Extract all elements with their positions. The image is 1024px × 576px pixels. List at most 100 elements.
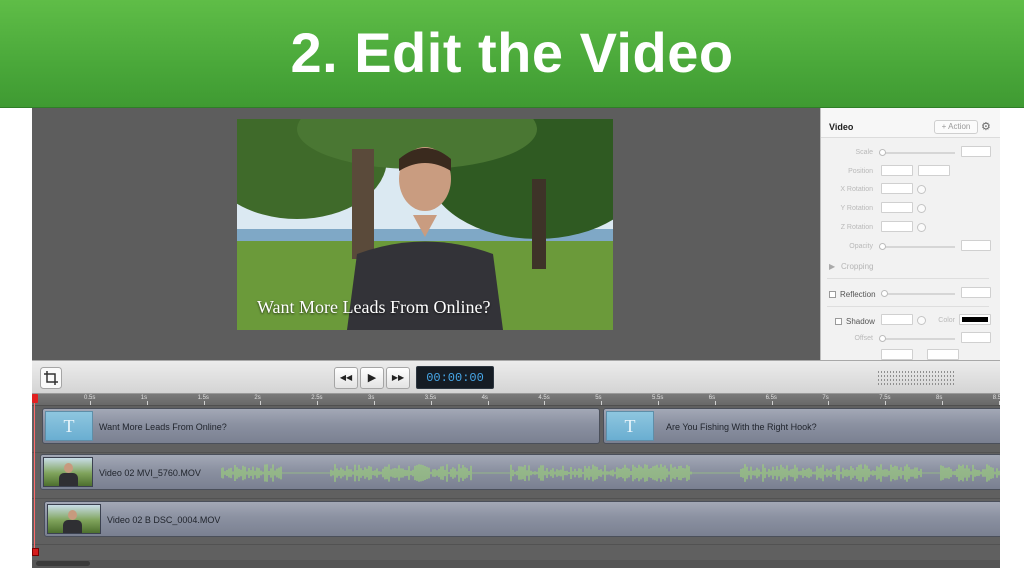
playhead-handle[interactable] — [32, 394, 38, 403]
inspector-title: Video — [829, 122, 854, 132]
ruler-tick — [203, 401, 205, 405]
reflection-checkbox[interactable] — [829, 291, 836, 298]
z-rotation-field[interactable] — [881, 221, 913, 232]
position-y-field[interactable] — [918, 165, 950, 176]
track-separator — [32, 498, 1000, 499]
title-clip[interactable]: T Want More Leads From Online? — [42, 408, 600, 444]
title-banner: 2. Edit the Video — [0, 0, 1024, 108]
y-rotation-label: Y Rotation — [840, 205, 873, 212]
offset-field[interactable] — [961, 332, 991, 343]
scroll-thumb[interactable] — [36, 561, 90, 566]
scale-row: Scale — [821, 146, 1000, 160]
inspector-panel: Video + Action ⚙ Scale Position X Rotati… — [820, 108, 1000, 360]
title-clip[interactable]: T Are You Fishing With the Right Hook? — [603, 408, 1000, 444]
opacity-field[interactable] — [961, 240, 991, 251]
position-x-field[interactable] — [881, 165, 913, 176]
scale-field[interactable] — [961, 146, 991, 157]
ruler-tick — [430, 401, 432, 405]
z-rotation-dial[interactable] — [917, 223, 926, 232]
preview-caption: Want More Leads From Online? — [257, 297, 491, 317]
reflection-slider[interactable] — [881, 293, 955, 295]
timeline-scrollbar[interactable] — [32, 560, 1000, 568]
slide: 2. Edit the Video Want More Leads From O… — [0, 0, 1024, 576]
opacity-slider-knob[interactable] — [879, 243, 886, 250]
reflection-slider-knob[interactable] — [881, 290, 888, 297]
ruler-tick — [885, 401, 887, 405]
y-rotation-field[interactable] — [881, 202, 913, 213]
timeline-zoom-control[interactable] — [878, 370, 954, 386]
time-ruler[interactable]: 0.5s 1s 1.5s 2s 2.5s 3s 3.5s 4s 4.5s 5s 5.5s 6s 6.5s… — [32, 394, 1000, 406]
ruler-tick — [998, 401, 1000, 405]
video-clip[interactable]: Video 02 B DSC_0004.MOV — [44, 501, 1000, 537]
offset-row: Offset — [821, 332, 1000, 346]
x-rotation-label: X Rotation — [840, 186, 873, 193]
shadow-color-well[interactable] — [959, 314, 991, 325]
video-preview[interactable]: Want More Leads From Online? — [237, 119, 613, 330]
canvas-area: Want More Leads From Online? — [32, 108, 820, 360]
ruler-tick — [771, 401, 773, 405]
person-thumbnail — [68, 510, 77, 520]
playhead-end-handle[interactable] — [32, 548, 39, 556]
timeline: 0.5s 1s 1.5s 2s 2.5s 3s 3.5s 4s 4.5s 5s 5.5s 6s 6.5s… — [32, 394, 1000, 568]
x-rotation-field[interactable] — [881, 183, 913, 194]
video-clip-label: Video 02 B DSC_0004.MOV — [107, 515, 221, 525]
video-clip-label: Video 02 MVI_5760.MOV — [99, 468, 201, 478]
track-separator — [32, 452, 1000, 453]
opacity-label: Opacity — [849, 243, 873, 250]
shadow-y-field[interactable] — [927, 349, 959, 360]
x-rotation-dial[interactable] — [917, 185, 926, 194]
offset-slider[interactable] — [879, 338, 955, 340]
fast-forward-button[interactable]: ▶▶ — [386, 367, 410, 389]
y-rotation-row: Y Rotation — [821, 202, 1000, 216]
ruler-tick — [714, 401, 716, 405]
ruler-tick — [544, 401, 546, 405]
scale-label: Scale — [855, 149, 873, 156]
rewind-button[interactable]: ◀◀ — [334, 367, 358, 389]
grip-line — [878, 371, 954, 373]
disclosure-triangle-icon[interactable]: ▶ — [829, 262, 835, 271]
video-clip-thumbnail — [47, 504, 101, 534]
cropping-label: Cropping — [841, 262, 874, 271]
person-thumbnail — [59, 473, 78, 486]
reflection-label: Reflection — [840, 290, 876, 299]
offset-slider-knob[interactable] — [879, 335, 886, 342]
grip-line — [878, 375, 954, 377]
ruler-tick — [146, 401, 148, 405]
grip-line — [878, 383, 954, 385]
ruler-tick — [942, 401, 943, 405]
x-rotation-row: X Rotation — [821, 183, 1000, 197]
video-clip[interactable]: Video 02 MVI_5760.MOV — [40, 454, 1000, 490]
shadow-row: Shadow Color — [821, 314, 1000, 328]
opacity-row: Opacity — [821, 240, 1000, 254]
video-clip-thumbnail — [43, 457, 93, 487]
scale-slider[interactable] — [879, 152, 955, 154]
shadow-extra-row — [821, 349, 1000, 360]
opacity-slider[interactable] — [879, 246, 955, 248]
title-clip-label: Are You Fishing With the Right Hook? — [666, 422, 817, 432]
ruler-tick — [658, 401, 659, 405]
ruler-tick — [601, 401, 603, 405]
crop-icon[interactable] — [40, 367, 62, 389]
title-clip-label: Want More Leads From Online? — [99, 422, 227, 432]
divider — [827, 306, 989, 307]
inspector-header: Video + Action ⚙ — [821, 108, 1000, 138]
title-clip-thumbnail: T — [606, 411, 654, 441]
cropping-row[interactable]: ▶ Cropping — [821, 259, 1000, 273]
z-rotation-row: Z Rotation — [821, 221, 1000, 235]
play-button[interactable]: ▶ — [360, 367, 384, 389]
gear-icon[interactable]: ⚙ — [981, 120, 999, 134]
waveform-path — [221, 464, 1000, 482]
position-row: Position — [821, 165, 1000, 179]
timecode-display: 00:00:00 — [416, 366, 494, 389]
shadow-x-field[interactable] — [881, 349, 913, 360]
scale-slider-knob[interactable] — [879, 149, 886, 156]
reflection-field[interactable] — [961, 287, 991, 298]
z-rotation-label: Z Rotation — [840, 224, 873, 231]
ruler-tick — [317, 401, 319, 405]
y-rotation-dial[interactable] — [917, 204, 926, 213]
person-thumbnail — [63, 520, 82, 533]
person-thumbnail — [64, 463, 73, 473]
add-action-button[interactable]: + Action — [934, 120, 978, 134]
shadow-checkbox[interactable] — [835, 318, 842, 325]
ruler-tick — [374, 401, 375, 405]
